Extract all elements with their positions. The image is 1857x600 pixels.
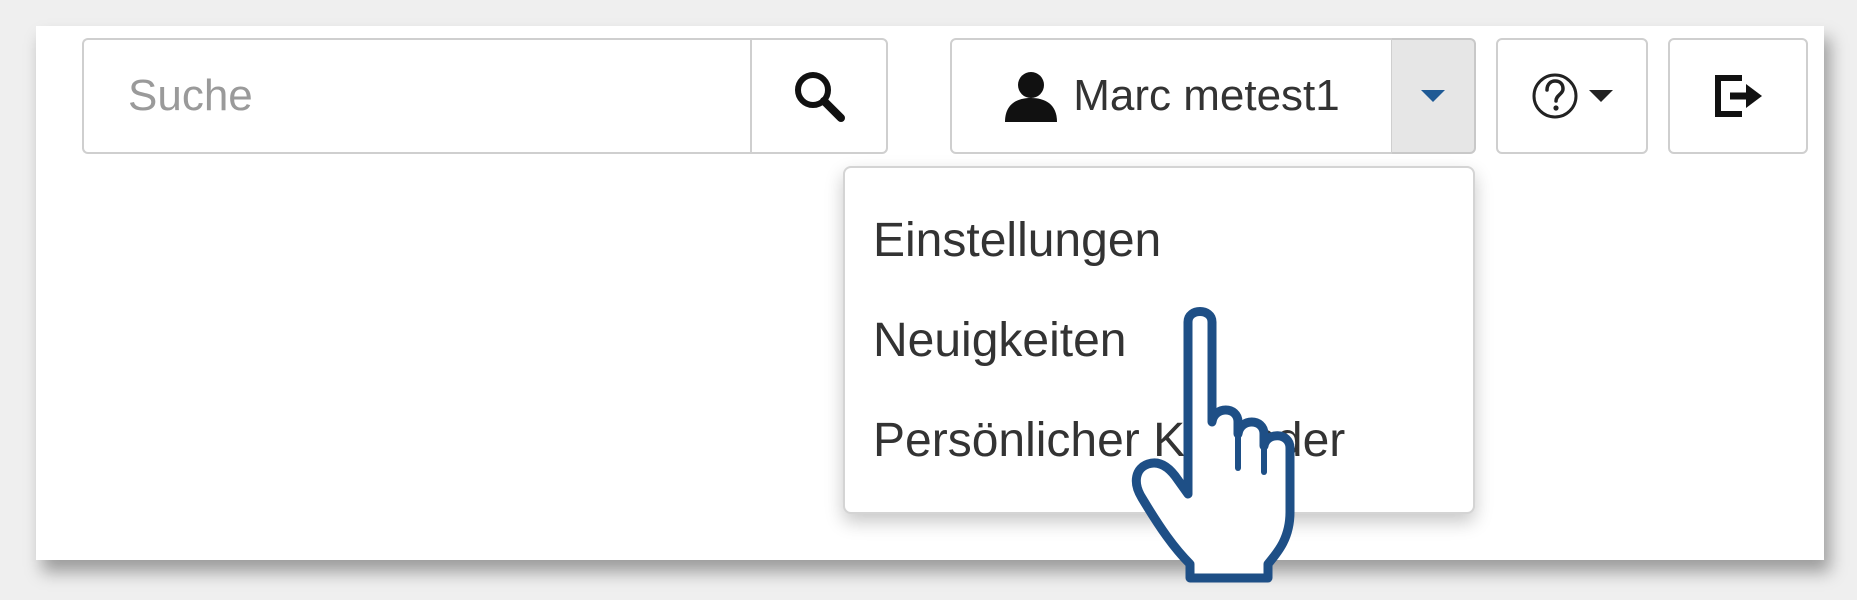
menu-item-einstellungen[interactable]: Einstellungen	[845, 190, 1473, 290]
user-icon	[1005, 72, 1058, 122]
help-menu-button[interactable]	[1496, 38, 1648, 154]
user-name: Marc metest1	[1073, 71, 1340, 120]
user-menu-toggle[interactable]	[1392, 38, 1476, 154]
chevron-down-icon	[1421, 90, 1445, 102]
menu-item-persoenlicher-kalender[interactable]: Persönlicher Kalender	[845, 390, 1473, 490]
question-circle-icon	[1532, 73, 1578, 119]
search-input[interactable]	[82, 38, 750, 154]
user-menu-button[interactable]: Marc metest1	[950, 38, 1392, 154]
logout-icon	[1715, 75, 1762, 117]
search-button[interactable]	[750, 38, 888, 154]
menu-item-neuigkeiten[interactable]: Neuigkeiten	[845, 290, 1473, 390]
chevron-down-icon	[1589, 90, 1613, 102]
search-icon	[795, 72, 845, 122]
user-dropdown-menu: Einstellungen Neuigkeiten Persönlicher K…	[843, 166, 1475, 514]
logout-button[interactable]	[1668, 38, 1808, 154]
